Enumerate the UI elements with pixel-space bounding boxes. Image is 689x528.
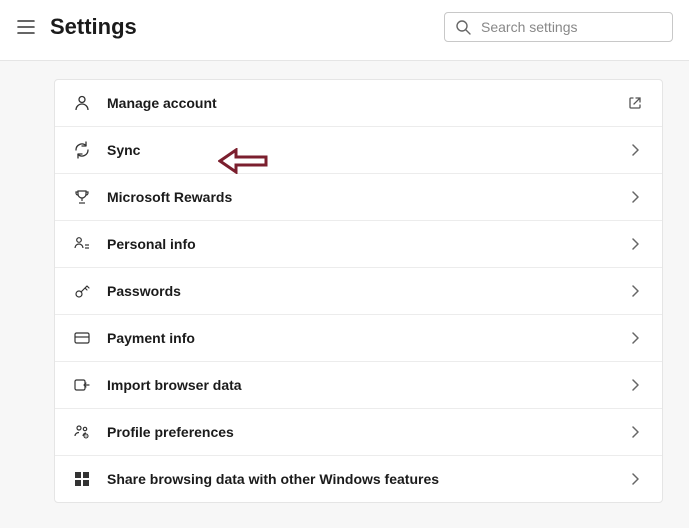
sync-icon (73, 141, 91, 159)
hamburger-icon (17, 20, 35, 34)
chevron-right-icon (626, 423, 644, 441)
external-link-icon (626, 94, 644, 112)
row-label: Share browsing data with other Windows f… (107, 471, 610, 487)
chevron-right-icon (626, 141, 644, 159)
hamburger-menu-button[interactable] (16, 17, 36, 37)
row-personal-info[interactable]: Personal info (55, 221, 662, 268)
row-sync[interactable]: Sync (55, 127, 662, 174)
person-list-icon (73, 235, 91, 253)
chevron-right-icon (626, 188, 644, 206)
person-icon (73, 94, 91, 112)
row-label: Manage account (107, 95, 610, 111)
settings-list: Manage account Sync Microsoft Rewards (54, 79, 663, 503)
key-icon (73, 282, 91, 300)
row-label: Personal info (107, 236, 610, 252)
people-gear-icon (73, 423, 91, 441)
row-label: Profile preferences (107, 424, 610, 440)
row-label: Payment info (107, 330, 610, 346)
header: Settings (0, 0, 689, 61)
row-microsoft-rewards[interactable]: Microsoft Rewards (55, 174, 662, 221)
row-profile-preferences[interactable]: Profile preferences (55, 409, 662, 456)
row-passwords[interactable]: Passwords (55, 268, 662, 315)
content: Manage account Sync Microsoft Rewards (0, 61, 689, 503)
import-icon (73, 376, 91, 394)
row-label: Import browser data (107, 377, 610, 393)
search-icon (455, 19, 471, 35)
windows-icon (73, 470, 91, 488)
row-share-windows[interactable]: Share browsing data with other Windows f… (55, 456, 662, 502)
search-input[interactable] (481, 19, 662, 35)
card-icon (73, 329, 91, 347)
chevron-right-icon (626, 376, 644, 394)
page-title: Settings (50, 14, 430, 40)
chevron-right-icon (626, 235, 644, 253)
row-payment-info[interactable]: Payment info (55, 315, 662, 362)
search-box[interactable] (444, 12, 673, 42)
trophy-icon (73, 188, 91, 206)
row-label: Sync (107, 142, 610, 158)
chevron-right-icon (626, 470, 644, 488)
chevron-right-icon (626, 329, 644, 347)
row-label: Microsoft Rewards (107, 189, 610, 205)
row-label: Passwords (107, 283, 610, 299)
row-manage-account[interactable]: Manage account (55, 80, 662, 127)
row-import-browser-data[interactable]: Import browser data (55, 362, 662, 409)
chevron-right-icon (626, 282, 644, 300)
